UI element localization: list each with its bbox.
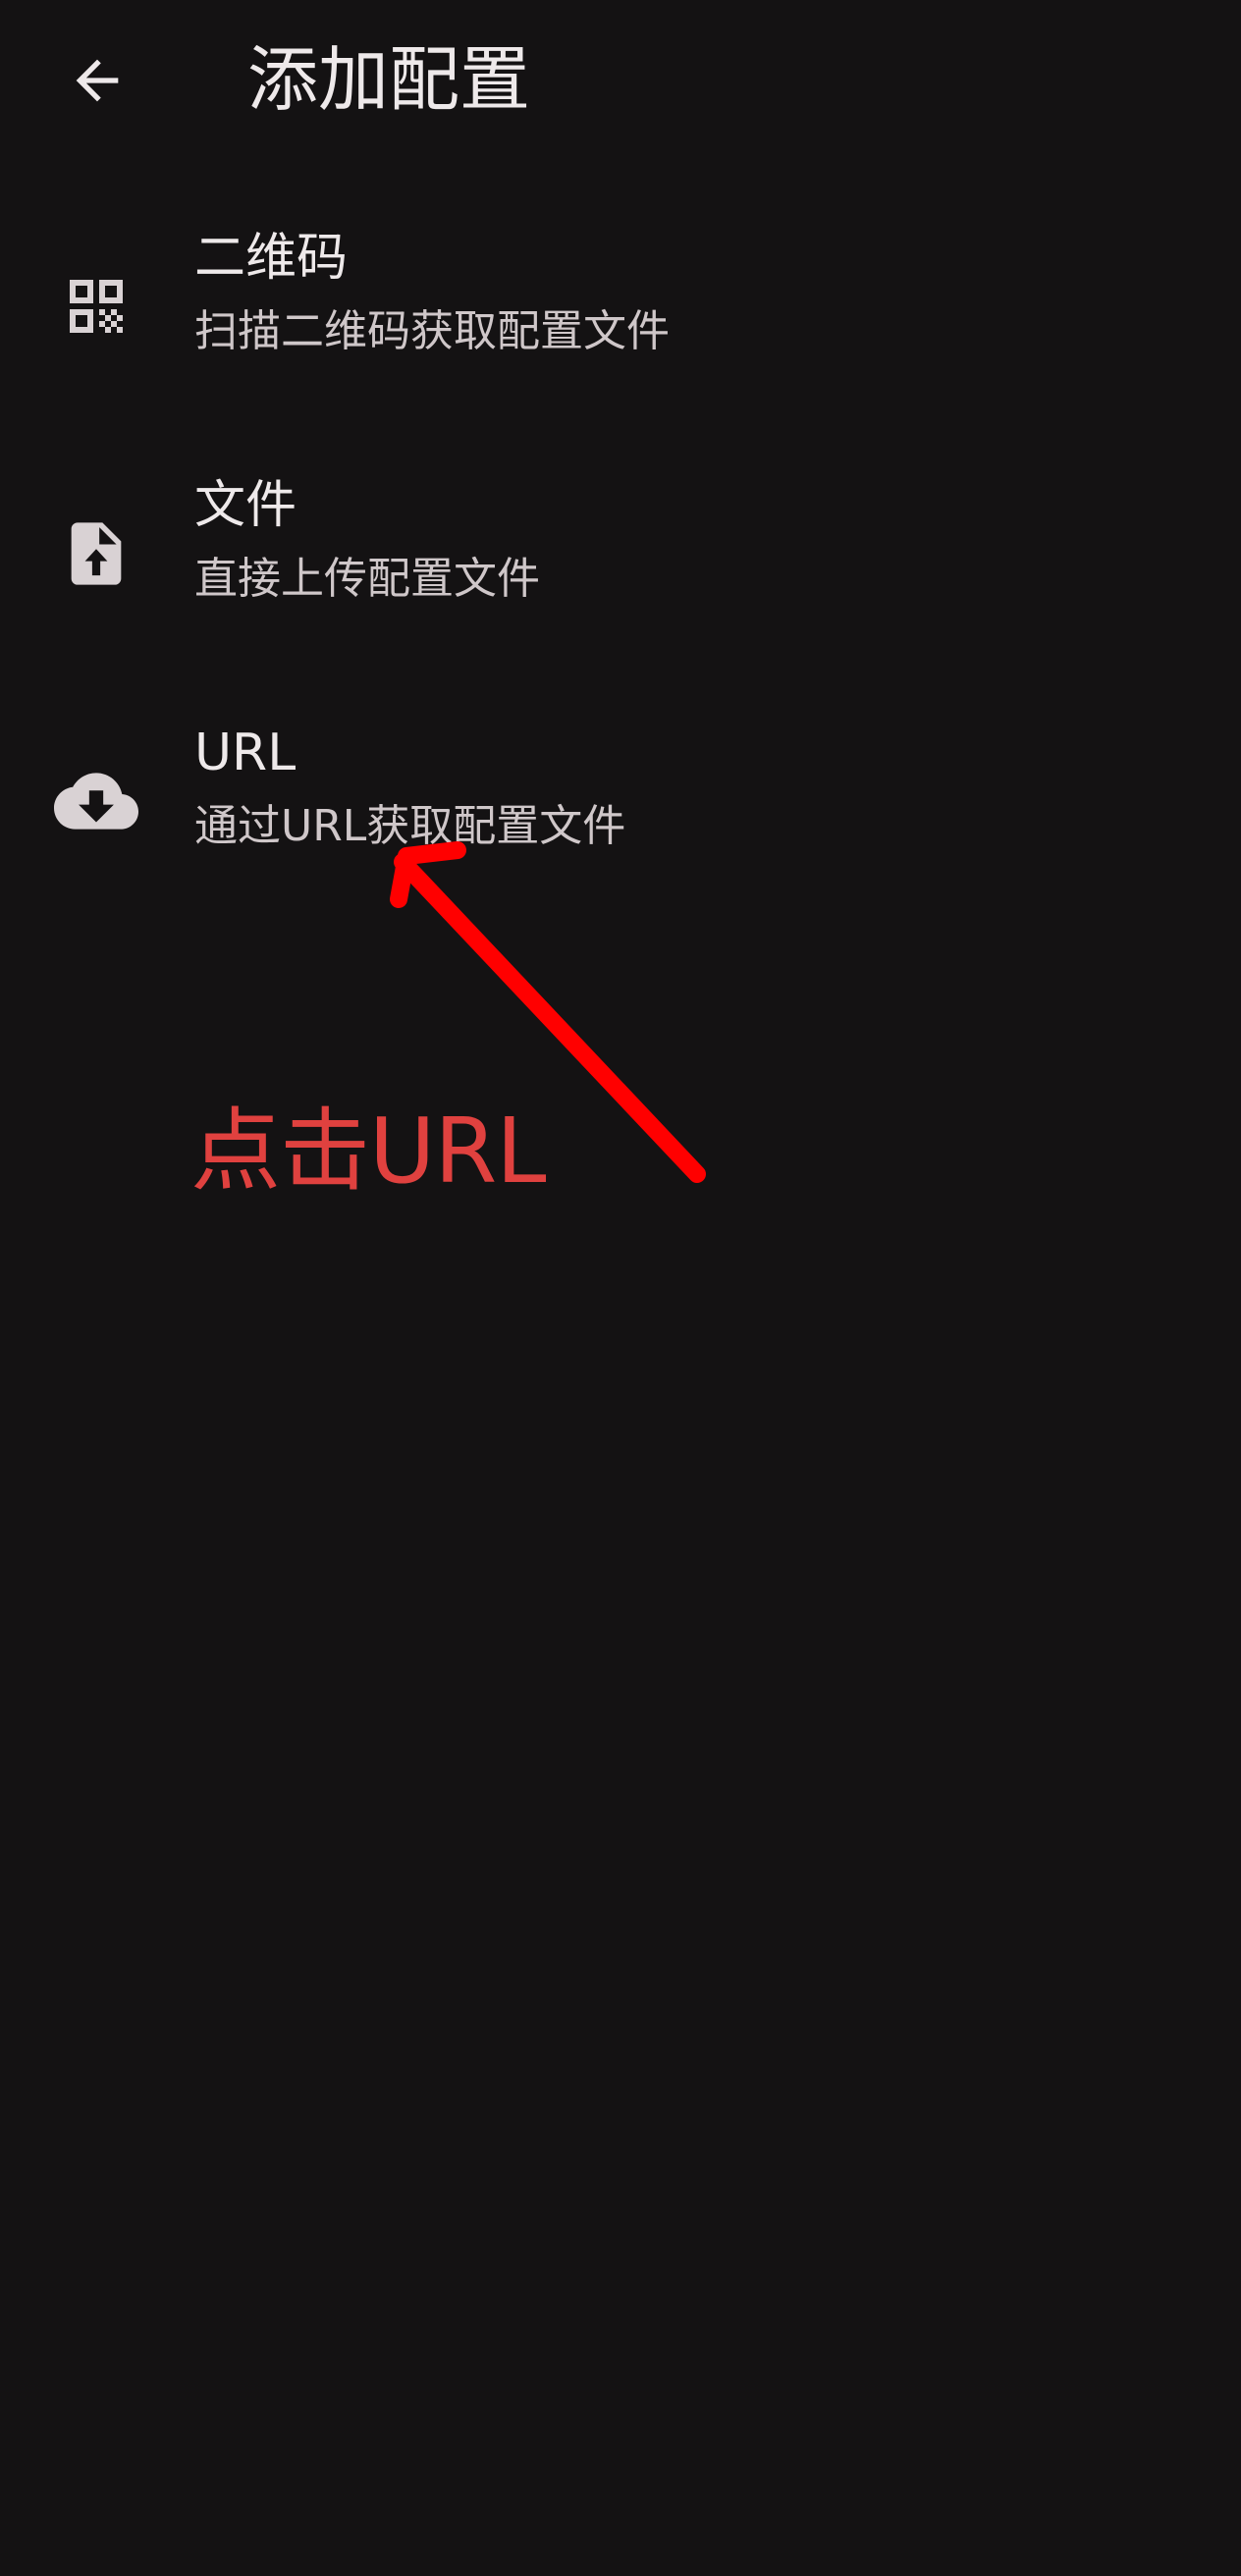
- app-bar: 添加配置: [0, 0, 1241, 157]
- menu-item-title: 文件: [194, 476, 297, 535]
- menu-item-subtitle: 扫描二维码获取配置文件: [194, 306, 670, 356]
- menu-item-file[interactable]: 文件 直接上传配置文件: [0, 444, 1241, 691]
- cloud-download-icon: [47, 752, 145, 850]
- qr-code-icon: [47, 257, 145, 355]
- menu-item-title: 二维码: [194, 229, 349, 288]
- page-title: 添加配置: [247, 38, 531, 121]
- file-upload-icon: [47, 505, 145, 603]
- arrow-back-icon: [76, 59, 119, 102]
- menu-item-url[interactable]: URL 通过URL获取配置文件: [0, 691, 1241, 939]
- back-button[interactable]: [43, 31, 151, 130]
- menu-item-qr-code[interactable]: 二维码 扫描二维码获取配置文件: [0, 196, 1241, 444]
- add-config-options-list: 二维码 扫描二维码获取配置文件 文件 直接上传配置文件 URL 通过URL获取配…: [0, 196, 1241, 939]
- menu-item-subtitle: 通过URL获取配置文件: [194, 801, 626, 851]
- annotation-label: 点击URL: [190, 1099, 547, 1204]
- menu-item-title: URL: [194, 724, 297, 782]
- menu-item-subtitle: 直接上传配置文件: [194, 554, 540, 604]
